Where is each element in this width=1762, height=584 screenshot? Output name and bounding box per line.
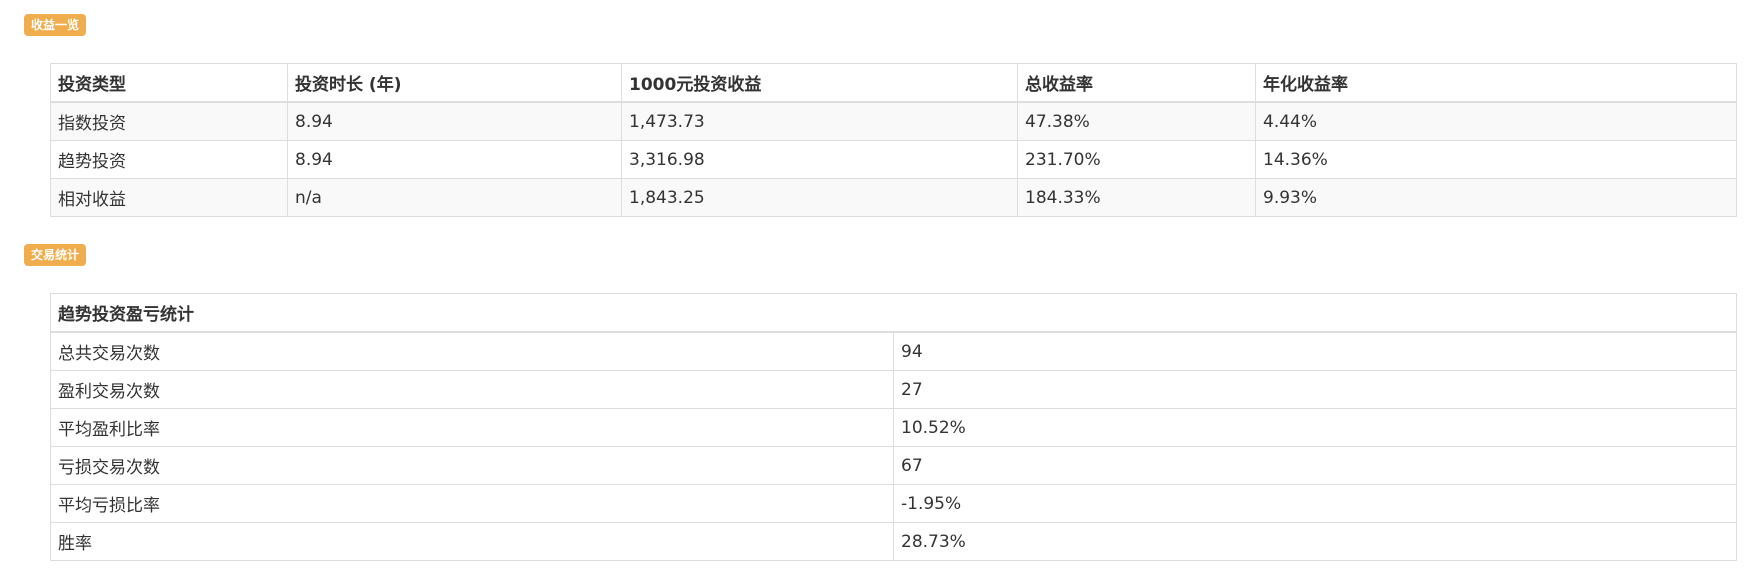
- column-header-annualized-return-rate: 年化收益率: [1255, 63, 1737, 103]
- cell-total-return-rate: 231.70%: [1017, 140, 1256, 179]
- cell-return-on-1000: 1,473.73: [621, 101, 1018, 141]
- column-header-return-on-1000: 1000元投资收益: [621, 63, 1018, 103]
- returns-table: 投资类型 投资时长 (年) 1000元投资收益 总收益率 年化收益率 指数投资 …: [50, 63, 1737, 217]
- stat-value: 10.52%: [893, 408, 1737, 447]
- column-header-total-return-rate: 总收益率: [1017, 63, 1256, 103]
- cell-investment-type: 趋势投资: [50, 140, 288, 179]
- stat-label: 平均盈利比率: [50, 408, 894, 447]
- cell-duration: 8.94: [287, 101, 622, 141]
- stat-label: 亏损交易次数: [50, 446, 894, 485]
- table-row: 平均亏损比率 -1.95%: [50, 484, 1737, 523]
- table-row: 指数投资 8.94 1,473.73 47.38% 4.44%: [50, 101, 1737, 141]
- table-row: 总共交易次数 94: [50, 331, 1737, 371]
- stat-label: 平均亏损比率: [50, 484, 894, 523]
- table-row: 胜率 28.73%: [50, 522, 1737, 561]
- table-row: 相对收益 n/a 1,843.25 184.33% 9.93%: [50, 178, 1737, 217]
- cell-investment-type: 指数投资: [50, 101, 288, 141]
- cell-annualized-return-rate: 14.36%: [1255, 140, 1737, 179]
- column-header-duration: 投资时长 (年): [287, 63, 622, 103]
- stat-value: 94: [893, 331, 1737, 371]
- returns-section-badge: 收益一览: [24, 14, 87, 36]
- trade-stats-header-row: 趋势投资盈亏统计: [50, 293, 1737, 333]
- trade-stats-title: 趋势投资盈亏统计: [50, 293, 1737, 333]
- cell-annualized-return-rate: 4.44%: [1255, 101, 1737, 141]
- stat-label: 总共交易次数: [50, 331, 894, 371]
- cell-duration: n/a: [287, 178, 622, 217]
- cell-annualized-return-rate: 9.93%: [1255, 178, 1737, 217]
- cell-return-on-1000: 1,843.25: [621, 178, 1018, 217]
- table-row: 趋势投资 8.94 3,316.98 231.70% 14.36%: [50, 140, 1737, 179]
- stat-label: 胜率: [50, 522, 894, 561]
- stat-value: 27: [893, 370, 1737, 409]
- returns-table-header-row: 投资类型 投资时长 (年) 1000元投资收益 总收益率 年化收益率: [50, 63, 1737, 103]
- stat-value: -1.95%: [893, 484, 1737, 523]
- trades-section-badge: 交易统计: [24, 244, 87, 266]
- table-row: 亏损交易次数 67: [50, 446, 1737, 485]
- trade-stats-table: 趋势投资盈亏统计 总共交易次数 94 盈利交易次数 27 平均盈利比率 10.5…: [50, 293, 1737, 561]
- cell-total-return-rate: 47.38%: [1017, 101, 1256, 141]
- cell-total-return-rate: 184.33%: [1017, 178, 1256, 217]
- column-header-investment-type: 投资类型: [50, 63, 288, 103]
- stat-label: 盈利交易次数: [50, 370, 894, 409]
- table-row: 平均盈利比率 10.52%: [50, 408, 1737, 447]
- stat-value: 67: [893, 446, 1737, 485]
- cell-investment-type: 相对收益: [50, 178, 288, 217]
- cell-return-on-1000: 3,316.98: [621, 140, 1018, 179]
- table-row: 盈利交易次数 27: [50, 370, 1737, 409]
- stat-value: 28.73%: [893, 522, 1737, 561]
- cell-duration: 8.94: [287, 140, 622, 179]
